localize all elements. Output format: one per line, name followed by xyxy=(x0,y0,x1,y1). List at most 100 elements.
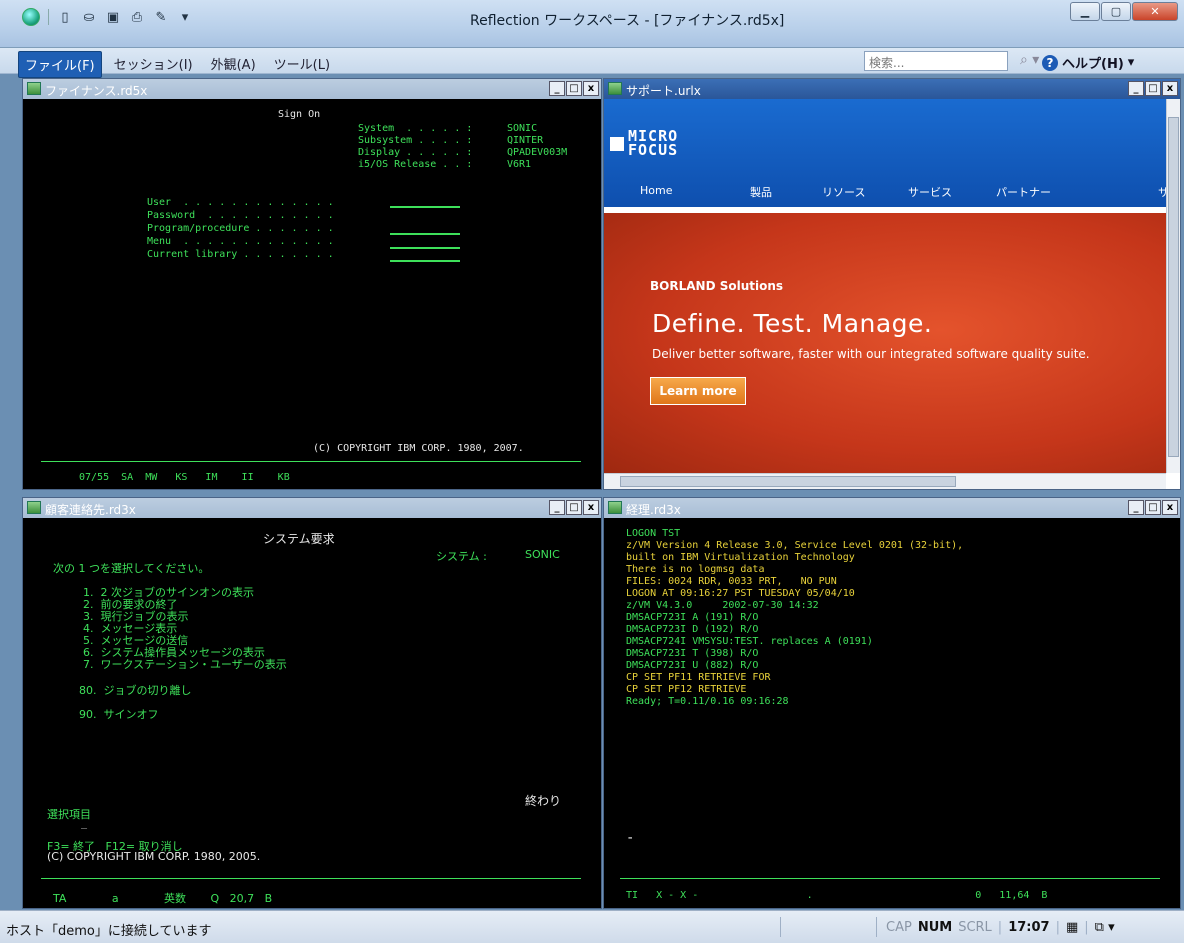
terminal-line: LOGON AT 09:16:27 PST TUESDAY 05/04/10 xyxy=(626,588,855,599)
finance-terminal-screen[interactable]: Sign On System . . . . . : SONIC Subsyst… xyxy=(23,99,601,489)
finance-copyright: (C) COPYRIGHT IBM CORP. 1980, 2007. xyxy=(313,443,524,454)
session-document-icon xyxy=(608,501,622,514)
app-menu-icon[interactable] xyxy=(22,8,40,26)
help-button[interactable]: ? ヘルプ(H) ▾ xyxy=(1042,53,1134,72)
display-label: Display . . . . . : xyxy=(358,147,473,158)
customer-session-window[interactable]: 顧客連絡先.rd3x _ □ x システム要求 システム : SONIC 次の … xyxy=(22,497,602,909)
help-icon: ? xyxy=(1042,54,1058,71)
status-divider: | xyxy=(997,920,1003,935)
menu-session[interactable]: セッション(I) xyxy=(108,51,199,78)
vertical-scroll-thumb[interactable] xyxy=(1168,117,1179,457)
learn-more-button[interactable]: Learn more xyxy=(650,377,746,405)
new-document-icon[interactable]: ▯ xyxy=(57,9,73,25)
title-bar: ▯ ⛀ ▣ ⎙ ✎ ▾ Reflection ワークスペース - [ファイナンス… xyxy=(0,0,1184,48)
help-dropdown-icon: ▾ xyxy=(1127,55,1135,70)
accounting-restore-button[interactable]: □ xyxy=(1145,500,1161,515)
accounting-cursor[interactable]: - xyxy=(626,830,634,846)
window-controls: ▁ ▢ ✕ xyxy=(1070,2,1178,21)
accounting-session-window[interactable]: 経理.rd3x _ □ x LOGON TST z/VM Version 4 R… xyxy=(603,497,1181,909)
select-prompt: 次の 1 つを選択してください。 xyxy=(53,562,210,575)
accounting-close-button[interactable]: x xyxy=(1162,500,1178,515)
accounting-terminal-screen[interactable]: LOGON TST z/VM Version 4 Release 3.0, Se… xyxy=(604,518,1180,908)
option-90[interactable]: 90. サインオフ xyxy=(79,706,159,722)
finance-restore-button[interactable]: □ xyxy=(566,81,582,96)
status-separator xyxy=(876,917,877,937)
open-session-icon[interactable]: ⛀ xyxy=(81,9,97,25)
caps-lock-indicator: CAP xyxy=(886,920,912,935)
close-button[interactable]: ✕ xyxy=(1132,2,1178,21)
library-input[interactable] xyxy=(390,260,460,262)
terminal-line: DMSACP724I VMSYSU:TEST. replaces A (0191… xyxy=(626,636,873,647)
customer-close-button[interactable]: x xyxy=(583,500,599,515)
status-divider: | xyxy=(1055,920,1060,935)
support-window-titlebar: サポート.urlx _ □ x xyxy=(604,79,1180,99)
nav-more[interactable]: サ xyxy=(1158,184,1166,200)
horizontal-scroll-thumb[interactable] xyxy=(620,476,956,487)
vertical-scrollbar[interactable] xyxy=(1166,99,1180,473)
customer-window-controls: _ □ x xyxy=(549,500,599,515)
horizontal-scrollbar[interactable] xyxy=(604,473,1166,489)
finance-close-button[interactable]: x xyxy=(583,81,599,96)
window-arrange-icon[interactable]: ⧉ ▾ xyxy=(1095,920,1115,935)
customer-window-title: 顧客連絡先.rd3x xyxy=(45,503,136,517)
maximize-button[interactable]: ▢ xyxy=(1101,2,1131,21)
accounting-window-title: 経理.rd3x xyxy=(626,503,681,517)
program-input[interactable] xyxy=(390,233,460,235)
customer-status-divider xyxy=(41,878,581,879)
status-divider: | xyxy=(1084,920,1089,935)
customize-dropdown-icon[interactable]: ▾ xyxy=(177,9,193,25)
finance-window-title: ファイナンス.rd5x xyxy=(45,84,148,98)
accounting-minimize-button[interactable]: _ xyxy=(1128,500,1144,515)
support-close-button[interactable]: x xyxy=(1162,81,1178,96)
selection-cursor[interactable]: _ xyxy=(81,818,87,829)
nav-partners[interactable]: パートナー xyxy=(996,184,1051,200)
finance-minimize-button[interactable]: _ xyxy=(549,81,565,96)
support-window-controls: _ □ x xyxy=(1128,81,1178,96)
help-label: ヘルプ(H) xyxy=(1062,57,1124,72)
menu-bar: ファイル(F) セッション(I) 外観(A) ツール(L) 検索... ⌕ ▾ … xyxy=(0,48,1184,78)
nav-products[interactable]: 製品 xyxy=(750,184,772,200)
customer-terminal-screen[interactable]: システム要求 システム : SONIC 次の 1 つを選択してください。 1. … xyxy=(23,518,601,908)
menu-label: Menu . . . . . . . . . . . . . xyxy=(147,236,334,247)
status-separator xyxy=(780,917,781,937)
support-web-window[interactable]: サポート.urlx _ □ x MICRO FOCUS Home 製品 リソース… xyxy=(603,78,1181,490)
nav-services[interactable]: サービス xyxy=(908,184,952,200)
menu-tools[interactable]: ツール(L) xyxy=(268,51,336,78)
layout-icon[interactable]: ▦ xyxy=(1066,920,1078,935)
minimize-button[interactable]: ▁ xyxy=(1070,2,1100,21)
terminal-line: DMSACP723I U (882) R/O xyxy=(626,660,759,671)
nav-home[interactable]: Home xyxy=(640,184,672,197)
print-icon[interactable]: ⎙ xyxy=(129,9,145,25)
finance-status-divider xyxy=(41,461,581,462)
system-request-heading: システム要求 xyxy=(263,532,335,546)
finance-status-line: 07/55 SA MW KS IM II KB xyxy=(79,472,290,483)
end-marker: 終わり xyxy=(525,794,562,808)
customer-minimize-button[interactable]: _ xyxy=(549,500,565,515)
terminal-line: built on IBM Virtualization Technology xyxy=(626,552,855,563)
system-value: SONIC xyxy=(507,123,538,134)
accounting-status-divider xyxy=(620,878,1160,879)
main-menu: ファイル(F) セッション(I) 外観(A) ツール(L) xyxy=(18,51,336,78)
menu-input[interactable] xyxy=(390,247,460,249)
support-minimize-button[interactable]: _ xyxy=(1128,81,1144,96)
edit-icon[interactable]: ✎ xyxy=(153,9,169,25)
release-label: i5/OS Release . . : xyxy=(358,159,473,170)
menu-appearance[interactable]: 外観(A) xyxy=(205,51,262,78)
customer-restore-button[interactable]: □ xyxy=(566,500,582,515)
connection-status: ホスト「demo」に接続しています xyxy=(6,924,212,939)
search-input[interactable]: 検索... xyxy=(864,51,1008,71)
user-input[interactable] xyxy=(390,206,460,208)
support-restore-button[interactable]: □ xyxy=(1145,81,1161,96)
logo-square-icon xyxy=(610,137,624,151)
nav-resources[interactable]: リソース xyxy=(822,184,865,200)
terminal-line: CP SET PF11 RETRIEVE FOR xyxy=(626,672,771,683)
search-icon[interactable]: ⌕ ▾ xyxy=(1020,52,1039,68)
menu-file[interactable]: ファイル(F) xyxy=(18,51,102,78)
save-icon[interactable]: ▣ xyxy=(105,9,121,25)
option-7[interactable]: 7. ワークステーション・ユーザーの表示 xyxy=(83,656,287,672)
banner-subtext: Deliver better software, faster with our… xyxy=(652,347,1090,361)
finance-session-window[interactable]: ファイナンス.rd5x _ □ x Sign On System . . . .… xyxy=(22,78,602,490)
hero-banner: BORLAND Solutions Define. Test. Manage. … xyxy=(604,213,1166,473)
option-80[interactable]: 80. ジョブの切り離し xyxy=(79,682,192,698)
num-lock-indicator: NUM xyxy=(917,920,953,935)
